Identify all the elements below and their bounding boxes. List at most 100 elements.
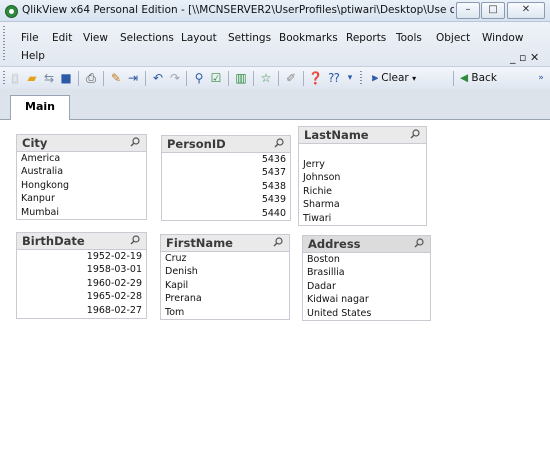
menu-grip (3, 26, 5, 62)
list-item[interactable]: Kidwai nagar (303, 293, 430, 306)
search-icon[interactable]: ⚲ (192, 71, 206, 85)
list-item[interactable]: 5439 (162, 193, 290, 206)
back-arrow-icon: ◀ (460, 72, 469, 84)
favorite-icon[interactable]: ☆ (259, 71, 273, 85)
list-item[interactable]: America (17, 152, 146, 165)
listbox-caption: PersonID (162, 136, 290, 153)
list-item[interactable]: 5438 (162, 180, 290, 193)
menu-edit[interactable]: Edit (52, 32, 72, 44)
listbox-lastname[interactable]: LastName Jerry Johnson Richie Sharma Tiw… (298, 126, 427, 226)
menu-window[interactable]: Window (482, 32, 523, 44)
menu-view[interactable]: View (83, 32, 108, 44)
redo-icon[interactable]: ↷ (168, 71, 182, 85)
context-help-icon[interactable]: ⁇ (327, 71, 341, 85)
list-item[interactable]: Hongkong (17, 179, 146, 192)
chart-icon[interactable]: ▥ (234, 71, 248, 85)
reload-data-icon[interactable]: ⇥ (126, 71, 140, 85)
select-icon[interactable]: ☑ (209, 71, 223, 85)
listbox-values: Jerry Johnson Richie Sharma Tiwari (299, 158, 426, 225)
list-item[interactable]: 5437 (162, 166, 290, 179)
minimize-button[interactable]: – (456, 2, 480, 19)
menu-help[interactable]: Help (21, 50, 45, 62)
list-item[interactable]: Sharma (299, 198, 426, 211)
undo-icon[interactable]: ↶ (151, 71, 165, 85)
list-item[interactable]: Johnson (299, 171, 426, 184)
list-item[interactable]: Tiwari (299, 212, 426, 225)
toolbar-separator (278, 71, 279, 86)
list-item[interactable]: Jerry (299, 158, 426, 171)
listbox-birthdate[interactable]: BirthDate 1952-02-19 1958-03-01 1960-02-… (16, 232, 147, 319)
list-item[interactable]: Kanpur (17, 192, 146, 205)
menu-selections[interactable]: Selections (120, 32, 174, 44)
menu-reports[interactable]: Reports (346, 32, 386, 44)
close-button[interactable]: ✕ (507, 2, 545, 19)
toolbar-separator (303, 71, 304, 86)
list-item[interactable]: Kapil (161, 279, 289, 292)
clear-button[interactable]: ⫸ Clear ▾ (372, 70, 416, 86)
listbox-personid[interactable]: PersonID 5436 5437 5438 5439 5440 (161, 135, 291, 221)
search-icon[interactable] (130, 137, 140, 147)
toolbar-grip (3, 71, 5, 86)
mdi-window-controls[interactable]: _ ▫ ✕ (510, 51, 539, 64)
menu-layout[interactable]: Layout (181, 32, 217, 44)
search-icon[interactable] (410, 129, 420, 139)
listbox-caption: LastName (299, 127, 426, 144)
list-item[interactable]: 5436 (162, 153, 290, 166)
reload-icon[interactable]: ⇆ (42, 71, 56, 85)
listbox-city[interactable]: City America Australia Hongkong Kanpur M… (16, 134, 147, 220)
help-icon[interactable]: ❓ (308, 71, 323, 85)
chevron-down-icon: ▾ (412, 74, 417, 83)
menu-file[interactable]: File (21, 32, 39, 44)
listbox-caption: BirthDate (17, 233, 146, 250)
edit-icon[interactable]: ✐ (284, 71, 298, 85)
listbox-title: Address (308, 237, 361, 251)
listbox-title: BirthDate (22, 234, 85, 248)
toolbar-separator (103, 71, 104, 86)
print-icon[interactable]: ⎙ (84, 71, 98, 85)
tab-main[interactable]: Main (10, 95, 70, 120)
back-button[interactable]: ◀ Back (460, 70, 497, 86)
list-item[interactable]: Australia (17, 165, 146, 178)
list-item[interactable]: 1958-03-01 (17, 263, 146, 276)
menu-settings[interactable]: Settings (228, 32, 271, 44)
search-icon[interactable] (274, 138, 284, 148)
list-item[interactable]: Cruz (161, 252, 289, 265)
listbox-title: LastName (304, 128, 369, 142)
listbox-values: Cruz Denish Kapil Prerana Tom (161, 252, 289, 319)
list-item[interactable]: Tom (161, 306, 289, 319)
back-label: Back (471, 72, 497, 84)
edit-script-icon[interactable]: ✎ (109, 71, 123, 85)
list-item[interactable]: Prerana (161, 292, 289, 305)
listbox-values: America Australia Hongkong Kanpur Mumbai (17, 152, 146, 219)
list-item[interactable]: 5440 (162, 207, 290, 220)
list-item[interactable]: 1965-02-28 (17, 290, 146, 303)
listbox-address[interactable]: Address Boston Brasillia Dadar Kidwai na… (302, 235, 431, 321)
listbox-firstname[interactable]: FirstName Cruz Denish Kapil Prerana Tom (160, 234, 290, 320)
search-icon[interactable] (414, 238, 424, 248)
menu-bookmarks[interactable]: Bookmarks (279, 32, 338, 44)
list-item[interactable]: 1952-02-19 (17, 250, 146, 263)
toolbar-chevron-icon[interactable]: » (536, 71, 546, 85)
toolbar-overflow-icon[interactable]: ▾ (346, 71, 354, 85)
list-item[interactable]: 1960-02-29 (17, 277, 146, 290)
new-doc-icon[interactable]: ▯ (8, 71, 22, 85)
listbox-values: Boston Brasillia Dadar Kidwai nagar Unit… (303, 253, 430, 320)
sheet-tab-strip (0, 89, 550, 119)
maximize-button[interactable]: □ (481, 2, 505, 19)
window-title: QlikView x64 Personal Edition - [\\MCNSE… (22, 4, 454, 16)
search-icon[interactable] (130, 235, 140, 245)
listbox-title: PersonID (167, 137, 226, 151)
list-item[interactable]: 1968-02-27 (17, 304, 146, 317)
list-item[interactable]: Brasillia (303, 266, 430, 279)
save-icon[interactable]: ■ (59, 71, 73, 85)
list-item[interactable]: Boston (303, 253, 430, 266)
list-item[interactable]: Mumbai (17, 206, 146, 219)
list-item[interactable]: Richie (299, 185, 426, 198)
list-item[interactable]: Denish (161, 265, 289, 278)
open-folder-icon[interactable]: ▰ (25, 71, 39, 85)
list-item[interactable]: Dadar (303, 280, 430, 293)
list-item[interactable]: United States (303, 307, 430, 320)
menu-tools[interactable]: Tools (396, 32, 422, 44)
search-icon[interactable] (273, 237, 283, 247)
menu-object[interactable]: Object (436, 32, 470, 44)
